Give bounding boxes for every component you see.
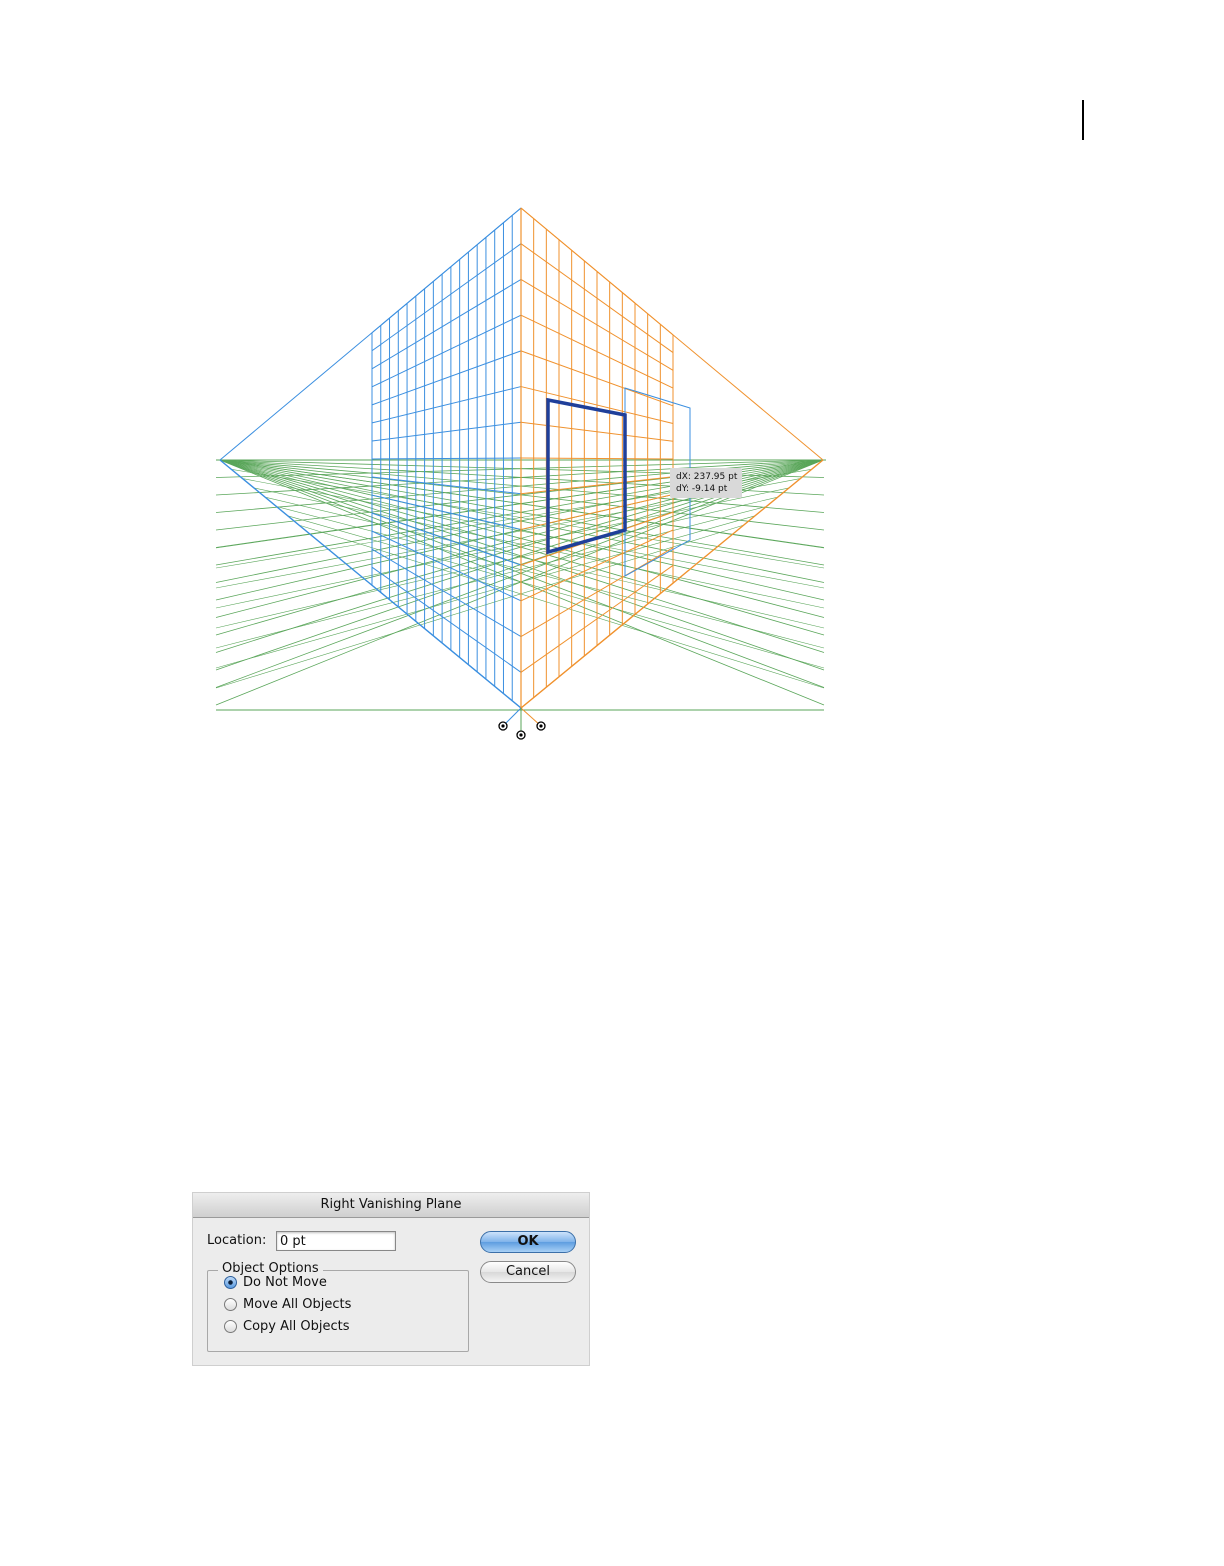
left-plane-horizontal (371, 207, 522, 334)
left-plane-horizontal (371, 386, 522, 424)
left-plane-horizontal (371, 278, 522, 370)
left-plane-horizontal (371, 350, 522, 406)
radio-button[interactable] (224, 1276, 237, 1289)
radio-label: Copy All Objects (243, 1319, 350, 1334)
ground-cross-line (287, 515, 825, 669)
left-plane-horizontal (371, 421, 522, 442)
radio-label: Move All Objects (243, 1297, 352, 1312)
right-plane-horizontal (520, 457, 674, 460)
ground-cross-line (276, 506, 825, 649)
left-plane-horizontal (371, 314, 522, 388)
page-marker (1082, 100, 1084, 140)
left-plane-horizontal (371, 584, 522, 709)
ground-cross-line (215, 506, 767, 649)
location-label: Location: (207, 1233, 267, 1248)
radio-label: Do Not Move (243, 1275, 327, 1290)
right-vanishing-plane-dialog: Right Vanishing Plane Location: OK Cance… (192, 1192, 590, 1366)
left-plane-horizontal (371, 243, 522, 352)
left-plane-horizontal (371, 457, 522, 460)
radio-button[interactable] (224, 1320, 237, 1333)
right-grid-widget-icon-dot (539, 724, 543, 728)
dialog-title: Right Vanishing Plane (193, 1193, 589, 1218)
left-plane-horizontal (371, 566, 522, 673)
tooltip-dx: dX: 237.95 pt (676, 472, 738, 482)
move-offset-tooltip: dX: 237.95 pt dY: -9.14 pt (670, 468, 742, 498)
right-plane-grid (520, 207, 824, 709)
radio-button[interactable] (224, 1298, 237, 1311)
ground-grid-widget-icon-dot (519, 733, 523, 737)
object-options-group: Object Options Do Not Move Move All Obje… (207, 1261, 469, 1352)
cancel-button[interactable]: Cancel (480, 1261, 576, 1283)
ok-button[interactable]: OK (480, 1231, 576, 1253)
location-input[interactable] (276, 1231, 396, 1251)
left-plane-grid (219, 207, 522, 709)
tooltip-dy: dY: -9.14 pt (676, 484, 728, 494)
left-grid-widget-icon-dot (501, 724, 505, 728)
grid-extras (498, 387, 691, 740)
